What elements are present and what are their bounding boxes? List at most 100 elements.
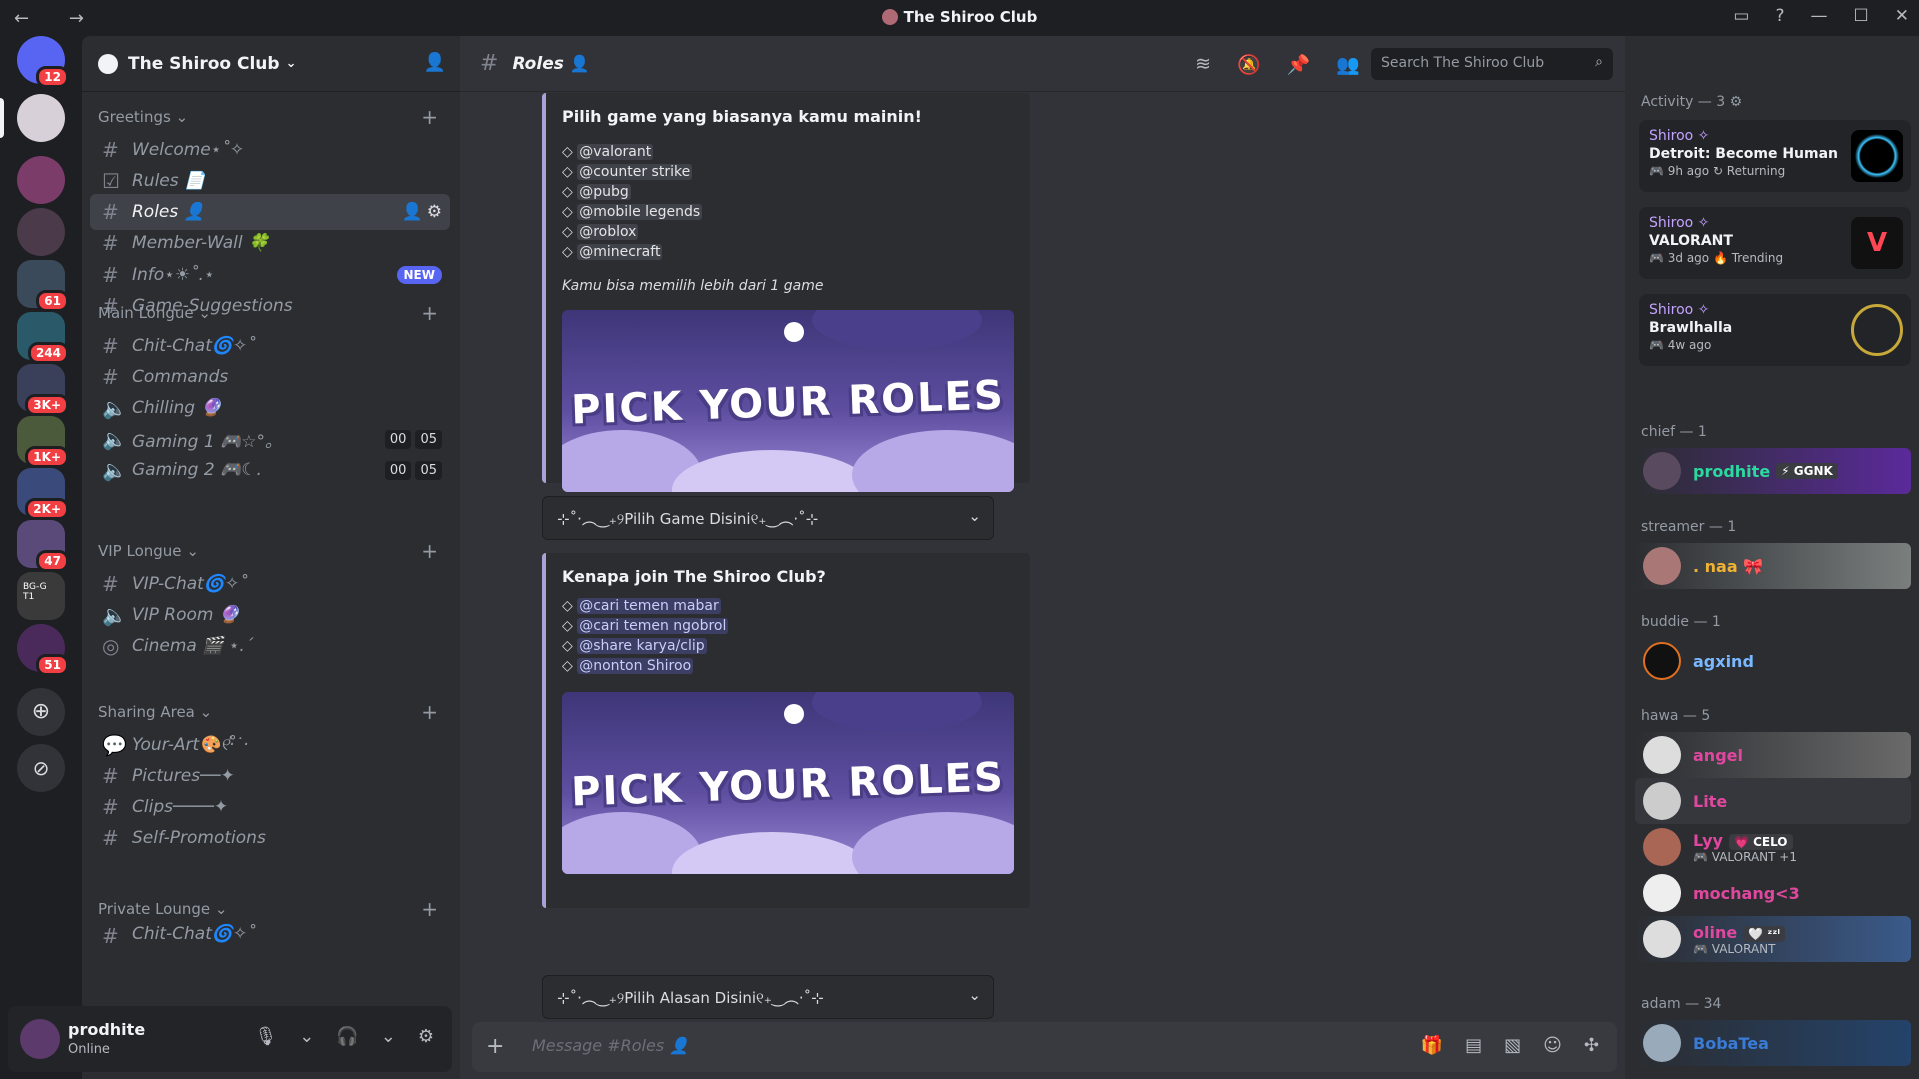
close-button[interactable]: ✕ — [1895, 6, 1909, 26]
gear-icon[interactable]: ⚙ — [1730, 94, 1743, 110]
activity-card[interactable]: Shiroo ✧ Brawlhalla 🎮 4w ago — [1639, 294, 1911, 366]
channel-private-partial[interactable]: # Chit-Chat🌀✧˚ — [90, 924, 450, 944]
role-mention[interactable]: @nonton Shiroo — [577, 658, 694, 674]
member-item[interactable]: Lyy 💗 CELO 🎮 VALORANT +1 — [1635, 824, 1911, 870]
channel-badges: NEW — [396, 266, 442, 284]
gift-icon[interactable]: 🎁 — [1421, 1035, 1443, 1056]
message-input[interactable]: Message #Roles 👤 — [532, 1036, 689, 1055]
member-activity: 🎮 VALORANT +1 — [1693, 849, 1797, 864]
role-mention[interactable]: @minecraft — [577, 244, 663, 260]
list-item: ◇ @cari temen ngobrol — [562, 618, 729, 634]
direct-messages-button[interactable]: 12 — [17, 36, 69, 88]
server-icon[interactable] — [17, 156, 65, 204]
add-channel-icon[interactable]: + — [421, 700, 438, 724]
server-folder[interactable]: 61 — [17, 260, 69, 312]
speaker-icon: 🔈 — [102, 396, 127, 420]
hash-icon: # — [102, 826, 119, 850]
role-mention[interactable]: @pubg — [577, 184, 631, 200]
category-main[interactable]: Main Longue ⌄ + — [98, 301, 448, 325]
headphones-icon[interactable]: 🎧 — [336, 1026, 358, 1047]
member-item[interactable]: agxind — [1635, 638, 1911, 684]
game-role-select[interactable]: ⊹˚‧︵‿₊୨Pilih Game Disini୧₊‿︵‧˚⊹ ⌄ — [542, 496, 994, 540]
help-icon[interactable]: ? — [1775, 6, 1784, 26]
chevron-down-icon[interactable]: ⌄ — [299, 1026, 314, 1047]
emoji-icon[interactable]: ☺ — [1543, 1035, 1562, 1056]
member-name: mochang<3 — [1693, 883, 1800, 903]
threads-icon[interactable]: ≋ — [1195, 53, 1211, 76]
minimize-button[interactable]: — — [1811, 6, 1828, 26]
member-item[interactable]: prodhite ⚡ GGNK — [1635, 448, 1911, 494]
stage-cinema[interactable]: ◎ Cinema 🎬 ⋆.ˊ — [90, 628, 450, 664]
gif-icon[interactable]: ▤ — [1465, 1035, 1482, 1056]
pick-your-roles-banner[interactable]: PICK YOUR ROLES — [562, 310, 1014, 492]
inbox-icon[interactable]: ▭ — [1733, 6, 1749, 26]
add-channel-icon[interactable]: + — [421, 897, 438, 921]
avatar — [1643, 547, 1681, 585]
add-server-icon[interactable]: ⊕ — [17, 688, 65, 736]
role-mention[interactable]: @roblox — [577, 224, 639, 240]
invite-people-icon[interactable]: 👤 — [424, 52, 446, 73]
category-vip[interactable]: VIP Longue ⌄ + — [98, 539, 448, 563]
username[interactable]: prodhite — [68, 1020, 145, 1039]
member-item[interactable]: BobaTea — [1635, 1020, 1911, 1066]
activity-card[interactable]: Shiroo ✧ VALORANT 🎮 3d ago 🔥 Trending V — [1639, 207, 1911, 279]
role-header: hawa — 5 — [1641, 708, 1711, 724]
role-mention[interactable]: @cari temen mabar — [577, 598, 721, 614]
server-folder[interactable]: 244 — [17, 312, 69, 364]
voice-gaming-2[interactable]: 🔈 Gaming 2 🎮☾. 00 05 — [90, 452, 450, 488]
settings-gear-icon[interactable]: ⚙ — [418, 1026, 434, 1047]
server-folder[interactable]: BG-G T1 — [17, 572, 65, 620]
search-input[interactable]: Search The Shiroo Club ⌕ — [1371, 48, 1613, 80]
category-sharing[interactable]: Sharing Area ⌄ + — [98, 700, 448, 724]
server-icon-shiroo[interactable] — [17, 94, 65, 142]
category-label: Sharing Area — [98, 703, 195, 721]
user-panel: prodhite Online 🎙 ⌄ 🎧 ⌄ ⚙ — [8, 1006, 452, 1072]
pin-icon[interactable]: 📌 — [1287, 53, 1311, 76]
server-header[interactable]: The Shiroo Club ⌄ 👤 — [82, 36, 460, 92]
notification-bell-icon[interactable]: 🔕 — [1237, 53, 1261, 76]
member-item[interactable]: oline 🤍 ᶻᶻˡ 🎮 VALORANT — [1635, 916, 1911, 962]
avatar[interactable] — [20, 1019, 60, 1059]
member-list-icon[interactable]: 👥 — [1336, 53, 1360, 76]
role-mention[interactable]: @mobile legends — [577, 204, 703, 220]
activity-card[interactable]: Shiroo ✧ Detroit: Become Human 🎮 9h ago … — [1639, 120, 1911, 192]
server-folder[interactable]: 1K+ — [17, 416, 69, 468]
maximize-button[interactable]: ☐ — [1854, 6, 1869, 26]
server-icon[interactable]: 51 — [17, 624, 69, 676]
category-greetings[interactable]: Greetings ⌄ + — [98, 105, 448, 129]
add-channel-icon[interactable]: + — [421, 105, 438, 129]
invite-icon[interactable]: 👤 — [402, 202, 423, 222]
category-private[interactable]: Private Lounge ⌄ + — [98, 897, 448, 921]
role-mention[interactable]: @cari temen ngobrol — [577, 618, 729, 634]
sticker-icon[interactable]: ▧ — [1504, 1035, 1521, 1056]
chevron-down-icon[interactable]: ⌄ — [381, 1026, 396, 1047]
stage-icon: ◎ — [102, 634, 120, 658]
microphone-icon[interactable]: 🎙 — [254, 1026, 277, 1047]
attach-plus-icon[interactable]: + — [486, 1034, 504, 1059]
server-folder[interactable]: 47 — [17, 520, 69, 572]
channel-member-wall[interactable]: # Member-Wall 🍀 — [90, 225, 450, 261]
pick-your-roles-banner[interactable]: PICK YOUR ROLES — [562, 692, 1014, 874]
avatar — [1643, 874, 1681, 912]
channel-self-promotions[interactable]: # Self-Promotions — [90, 820, 450, 856]
discover-compass-icon[interactable]: ⊘ — [17, 744, 65, 792]
user-count: 00 — [384, 429, 412, 449]
member-item[interactable]: . naa 🎀 — [1635, 543, 1911, 589]
role-mention[interactable]: @valorant — [577, 144, 654, 160]
server-folder[interactable]: 3K+ — [17, 364, 69, 416]
apps-icon[interactable]: ✣ — [1584, 1035, 1599, 1056]
message-list: Pilih game yang biasanya kamu mainin! ◇ … — [460, 93, 1625, 1033]
add-channel-icon[interactable]: + — [421, 539, 438, 563]
member-item[interactable]: angel — [1635, 732, 1911, 778]
role-mention[interactable]: @counter strike — [577, 164, 693, 180]
member-item[interactable]: mochang<3 — [1635, 870, 1911, 916]
server-folder[interactable]: 2K+ — [17, 468, 69, 520]
server-icon[interactable] — [17, 208, 65, 256]
reason-role-select[interactable]: ⊹˚‧︵‿₊୨Pilih Alasan Disini୧₊‿︵‧˚⊹ ⌄ — [542, 975, 994, 1019]
activity-header: Activity — 3 ⚙ — [1641, 94, 1742, 110]
role-mention[interactable]: @share karya/clip — [577, 638, 707, 654]
add-channel-icon[interactable]: + — [421, 301, 438, 325]
message-composer[interactable]: + Message #Roles 👤 🎁 ▤ ▧ ☺ ✣ — [472, 1022, 1617, 1072]
gear-icon[interactable]: ⚙ — [427, 202, 442, 222]
member-item[interactable]: Lite — [1635, 778, 1911, 824]
